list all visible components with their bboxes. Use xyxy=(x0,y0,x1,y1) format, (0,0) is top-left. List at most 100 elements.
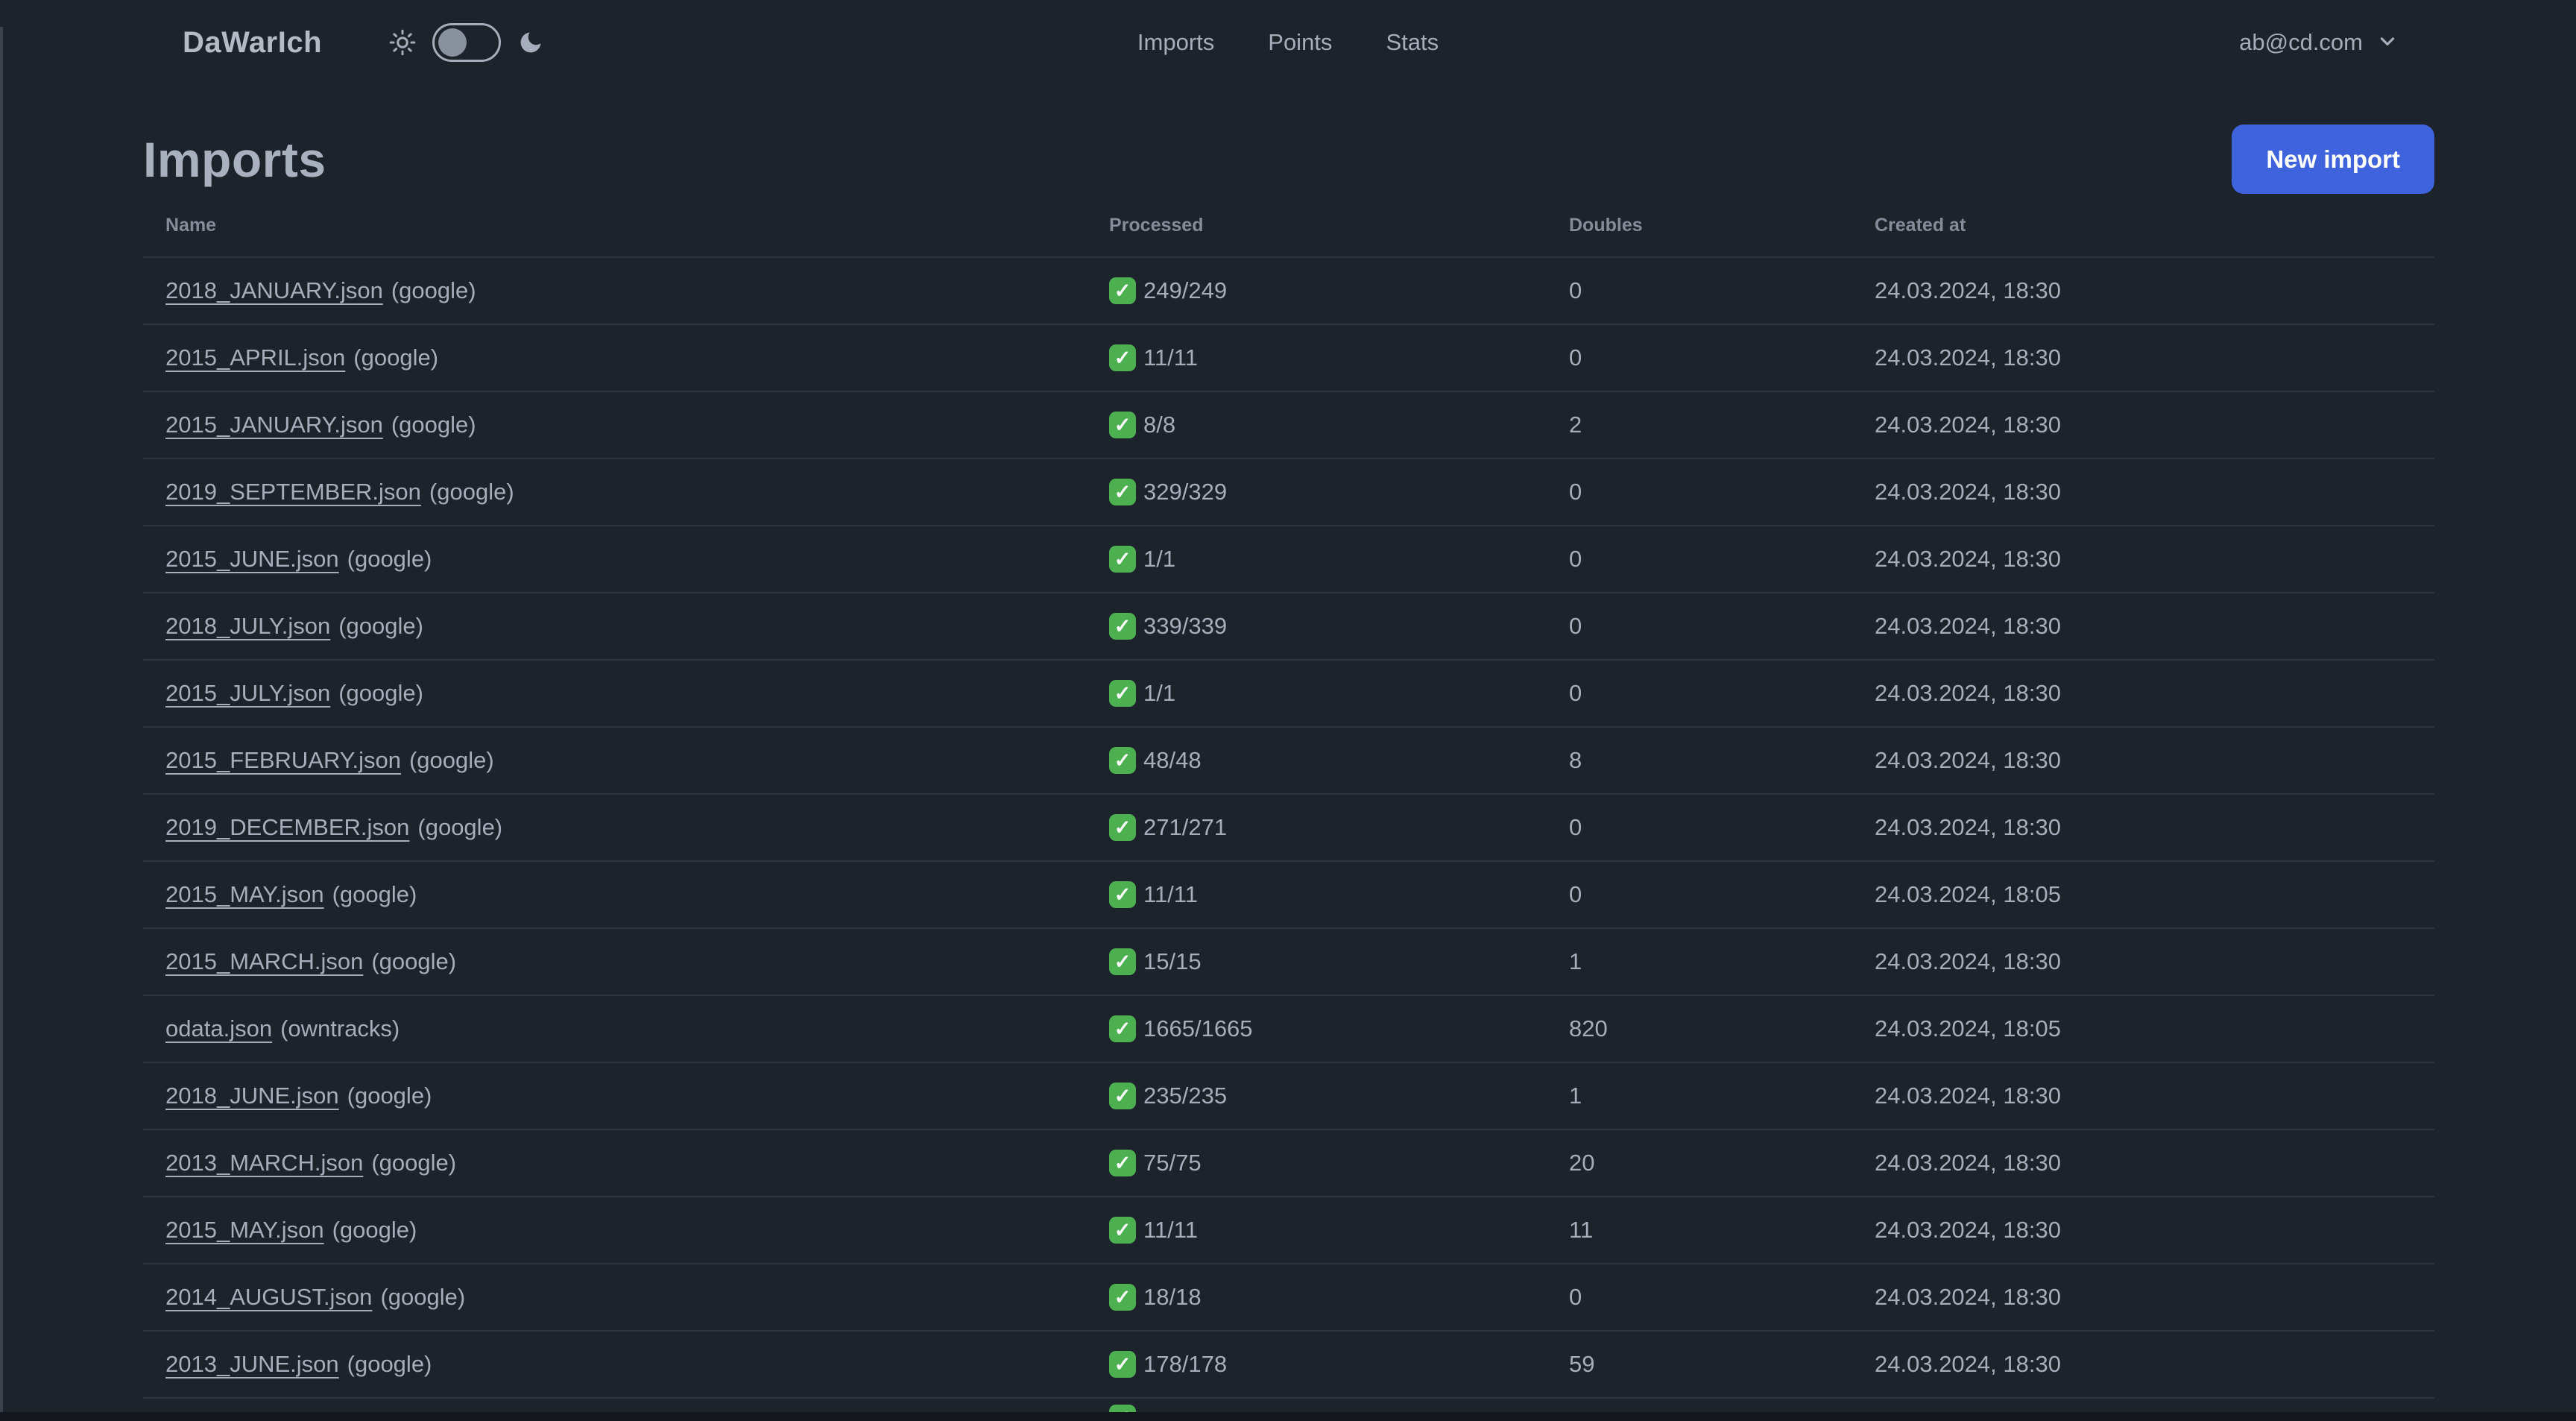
window-left-edge xyxy=(0,27,3,1412)
import-source: (google) xyxy=(347,1083,432,1109)
created-at: 24.03.2024, 18:30 xyxy=(1875,680,2061,706)
import-file-link[interactable]: 2015_APRIL.json xyxy=(165,344,345,371)
table-row: 2018_JANUARY.json (google) ✓ 249/249 0 2… xyxy=(143,258,2434,325)
table-row: 2015_JANUARY.json (google) ✓ 8/8 2 24.03… xyxy=(143,392,2434,459)
processed-count: 48/48 xyxy=(1143,747,1202,773)
import-source: (google) xyxy=(332,1217,417,1243)
created-at: 24.03.2024, 18:30 xyxy=(1875,412,2061,438)
doubles-count: 2 xyxy=(1569,412,1582,438)
doubles-count: 820 xyxy=(1569,1015,1608,1042)
check-icon: ✓ xyxy=(1109,1015,1136,1042)
processed-count: 329/329 xyxy=(1143,479,1228,505)
check-icon: ✓ xyxy=(1109,680,1136,707)
check-icon: ✓ xyxy=(1109,1150,1136,1176)
import-source: (google) xyxy=(347,546,432,572)
table-row: odata.json (owntracks) ✓ 1665/1665 820 2… xyxy=(143,996,2434,1063)
user-email: ab@cd.com xyxy=(2239,29,2363,55)
import-file-link[interactable]: 2015_MARCH.json xyxy=(165,948,363,975)
import-source: (google) xyxy=(391,277,476,303)
processed-count: 18/18 xyxy=(1143,1284,1202,1310)
import-source: (google) xyxy=(429,479,514,505)
import-file-link[interactable]: 2015_MAY.json xyxy=(165,881,324,908)
created-at: 24.03.2024, 18:30 xyxy=(1875,747,2061,773)
import-source: (google) xyxy=(332,881,417,907)
new-import-button[interactable]: New import xyxy=(2232,125,2434,194)
import-source: (google) xyxy=(338,680,423,706)
column-header: Processed xyxy=(1109,214,1204,236)
doubles-count: 1 xyxy=(1569,948,1582,974)
import-file-link[interactable]: 2013_MARCH.json xyxy=(165,1150,363,1176)
created-at: 24.03.2024, 18:30 xyxy=(1875,1217,2061,1243)
doubles-count: 0 xyxy=(1569,613,1582,639)
check-icon: ✓ xyxy=(1109,1083,1136,1109)
import-source: (google) xyxy=(353,344,439,371)
doubles-count: 0 xyxy=(1569,546,1582,572)
import-source: (google) xyxy=(380,1284,466,1310)
table-row: 2018_JULY.json (google) ✓ 339/339 0 24.0… xyxy=(143,593,2434,661)
imports-table: Name Processed Doubles Created at 2018_JANU… xyxy=(143,194,2434,1399)
import-source: (google) xyxy=(371,948,457,974)
doubles-count: 0 xyxy=(1569,680,1582,706)
import-file-link[interactable]: 2019_DECEMBER.json xyxy=(165,814,409,841)
import-file-link[interactable]: 2018_JANUARY.json xyxy=(165,277,383,304)
page-header: Imports New import xyxy=(143,125,2434,194)
chevron-down-icon xyxy=(2376,30,2399,56)
import-source: (owntracks) xyxy=(280,1015,400,1042)
table-row: 2013_MARCH.json (google) ✓ 75/75 20 24.0… xyxy=(143,1130,2434,1197)
table-row: 2015_FEBRUARY.json (google) ✓ 48/48 8 24… xyxy=(143,728,2434,795)
column-header: Doubles xyxy=(1569,214,1643,236)
check-icon: ✓ xyxy=(1109,613,1136,640)
import-source: (google) xyxy=(417,814,503,840)
table-header-row: Name Processed Doubles Created at xyxy=(143,194,2434,258)
table-row: 2015_MAY.json (google) ✓ 11/11 11 24.03.… xyxy=(143,1197,2434,1264)
created-at: 24.03.2024, 18:30 xyxy=(1875,344,2061,371)
main-nav: Imports Points Stats xyxy=(0,0,2576,85)
created-at: 24.03.2024, 18:30 xyxy=(1875,546,2061,572)
table-row: 2015_JUNE.json (google) ✓ 1/1 0 24.03.20… xyxy=(143,526,2434,593)
check-icon: ✓ xyxy=(1109,948,1136,975)
import-file-link[interactable]: 2018_JUNE.json xyxy=(165,1083,339,1109)
check-icon: ✓ xyxy=(1109,412,1136,438)
table-body: 2018_JANUARY.json (google) ✓ 249/249 0 2… xyxy=(143,258,2434,1399)
processed-count: 178/178 xyxy=(1143,1351,1228,1377)
table-row: 2015_MAY.json (google) ✓ 11/11 0 24.03.2… xyxy=(143,862,2434,929)
processed-count: 75/75 xyxy=(1143,1150,1202,1176)
processed-count: 11/11 xyxy=(1143,881,1198,907)
column-header: Created at xyxy=(1875,214,1966,236)
processed-count: 1/1 xyxy=(1143,546,1176,572)
nav-link[interactable]: Imports xyxy=(1137,29,1214,56)
column-header: Name xyxy=(165,214,217,236)
import-file-link[interactable]: 2019_SEPTEMBER.json xyxy=(165,479,421,505)
user-menu[interactable]: ab@cd.com xyxy=(2239,0,2399,85)
import-file-link[interactable]: 2015_JULY.json xyxy=(165,680,330,707)
processed-count: 15/15 xyxy=(1143,948,1202,974)
doubles-count: 1 xyxy=(1569,1083,1582,1109)
processed-count: 1665/1665 xyxy=(1143,1015,1253,1042)
doubles-count: 0 xyxy=(1569,1284,1582,1310)
import-file-link[interactable]: 2015_FEBRUARY.json xyxy=(165,747,401,774)
nav-link[interactable]: Stats xyxy=(1386,29,1439,56)
import-file-link[interactable]: 2018_JULY.json xyxy=(165,613,330,640)
table-row: 2019_DECEMBER.json (google) ✓ 271/271 0 … xyxy=(143,795,2434,862)
import-file-link[interactable]: 2014_AUGUST.json xyxy=(165,1284,372,1311)
doubles-count: 0 xyxy=(1569,881,1582,907)
check-icon: ✓ xyxy=(1109,881,1136,908)
created-at: 24.03.2024, 18:30 xyxy=(1875,814,2061,840)
processed-count: 235/235 xyxy=(1143,1083,1228,1109)
table-row: 2015_APRIL.json (google) ✓ 11/11 0 24.03… xyxy=(143,325,2434,392)
import-file-link[interactable]: 2015_JANUARY.json xyxy=(165,412,383,438)
window-bottom-edge xyxy=(0,1412,2576,1421)
created-at: 24.03.2024, 18:30 xyxy=(1875,479,2061,505)
import-file-link[interactable]: 2015_MAY.json xyxy=(165,1217,324,1244)
import-file-link[interactable]: 2015_JUNE.json xyxy=(165,546,339,573)
import-source: (google) xyxy=(338,613,423,639)
import-file-link[interactable]: odata.json xyxy=(165,1015,272,1042)
nav-link[interactable]: Points xyxy=(1268,29,1332,56)
import-source: (google) xyxy=(347,1351,432,1377)
import-file-link[interactable]: 2013_JUNE.json xyxy=(165,1351,339,1378)
processed-count: 339/339 xyxy=(1143,613,1228,639)
check-icon: ✓ xyxy=(1109,479,1136,505)
doubles-count: 20 xyxy=(1569,1150,1595,1176)
navbar: DaWarIch Imports Points Stats ab@cd.com xyxy=(0,0,2576,85)
check-icon: ✓ xyxy=(1109,1284,1136,1311)
